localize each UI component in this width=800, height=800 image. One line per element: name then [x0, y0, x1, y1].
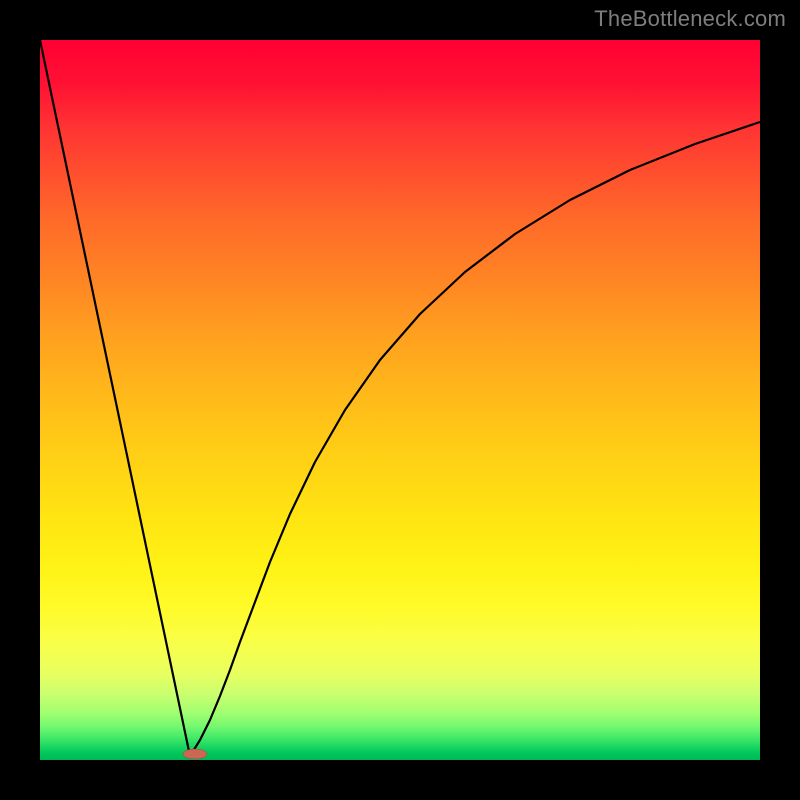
- optimum-marker: [183, 749, 207, 759]
- bottleneck-curve: [40, 40, 760, 756]
- watermark-label: TheBottleneck.com: [594, 6, 786, 32]
- chart-frame: TheBottleneck.com: [0, 0, 800, 800]
- curve-layer: [40, 40, 760, 760]
- plot-area: [40, 40, 760, 760]
